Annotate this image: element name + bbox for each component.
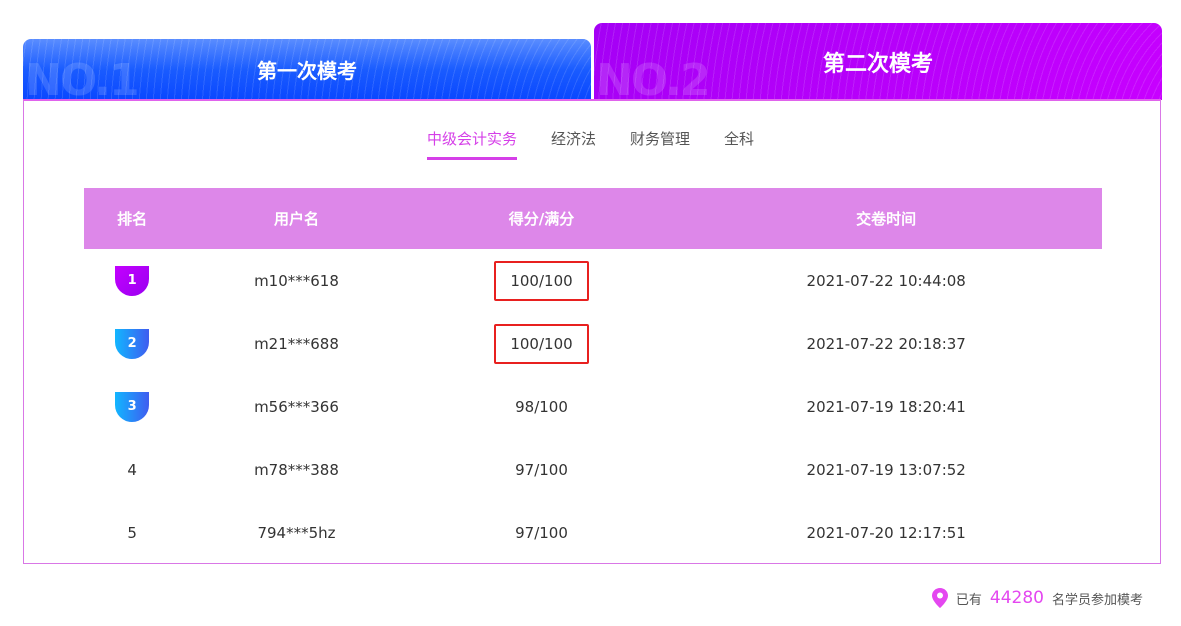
subject-tab-all[interactable]: 全科 — [724, 128, 754, 160]
username: m10***618 — [180, 249, 412, 312]
submit-time: 2021-07-20 12:17:51 — [670, 501, 1102, 564]
header-score: 得分/满分 — [413, 188, 671, 249]
username: m56***366 — [180, 375, 412, 438]
participant-count: 已有 44280 名学员参加模考 — [932, 588, 1143, 608]
tab-label: 第一次模考 — [257, 55, 357, 84]
rank: 5 — [84, 501, 180, 564]
username: m78***388 — [180, 438, 412, 501]
rank: 4 — [84, 438, 180, 501]
table-row: 2 m21***688 100/100 2021-07-22 20:18:37 — [84, 312, 1102, 375]
score-highlighted: 100/100 — [494, 324, 588, 364]
ranking-table: 排名 用户名 得分/满分 交卷时间 1 m10***618 100/100 2021-… — [84, 188, 1102, 564]
tab-watermark: NO.1 — [25, 55, 138, 100]
header-rank: 排名 — [84, 188, 180, 249]
score: 97/100 — [413, 501, 671, 564]
location-pin-icon — [932, 588, 948, 608]
rank-badge-icon: 2 — [115, 329, 149, 359]
username: m21***688 — [180, 312, 412, 375]
submit-time: 2021-07-22 10:44:08 — [670, 249, 1102, 312]
header-submit-time: 交卷时间 — [670, 188, 1102, 249]
tab-second-mock-exam[interactable]: NO.2 第二次模考 — [594, 23, 1162, 100]
score: 97/100 — [413, 438, 671, 501]
subject-tab-economic-law[interactable]: 经济法 — [551, 128, 596, 160]
tab-label: 第二次模考 — [823, 46, 933, 78]
tab-first-mock-exam[interactable]: NO.1 第一次模考 — [23, 39, 591, 100]
subject-tab-intermediate-accounting[interactable]: 中级会计实务 — [427, 128, 517, 160]
submit-time: 2021-07-19 13:07:52 — [670, 438, 1102, 501]
submit-time: 2021-07-19 18:20:41 — [670, 375, 1102, 438]
table-row: 4m78***38897/1002021-07-19 13:07:52 — [84, 438, 1102, 501]
score: 98/100 — [413, 375, 671, 438]
table-row: 1 m10***618 100/100 2021-07-22 10:44:08 — [84, 249, 1102, 312]
count-suffix: 名学员参加模考 — [1052, 589, 1143, 608]
username: 794***5hz — [180, 501, 412, 564]
score-highlighted: 100/100 — [494, 261, 588, 301]
header-username: 用户名 — [180, 188, 412, 249]
count-prefix: 已有 — [956, 589, 982, 608]
subject-tabs: 中级会计实务 经济法 财务管理 全科 — [0, 128, 1181, 160]
table-row: 5794***5hz97/1002021-07-20 12:17:51 — [84, 501, 1102, 564]
tab-watermark: NO.2 — [596, 55, 709, 100]
count-value: 44280 — [990, 588, 1044, 608]
submit-time: 2021-07-22 20:18:37 — [670, 312, 1102, 375]
subject-tab-financial-management[interactable]: 财务管理 — [630, 128, 690, 160]
table-row: 3 m56***36698/1002021-07-19 18:20:41 — [84, 375, 1102, 438]
rank-badge-icon: 1 — [115, 266, 149, 296]
rank-badge-icon: 3 — [115, 392, 149, 422]
